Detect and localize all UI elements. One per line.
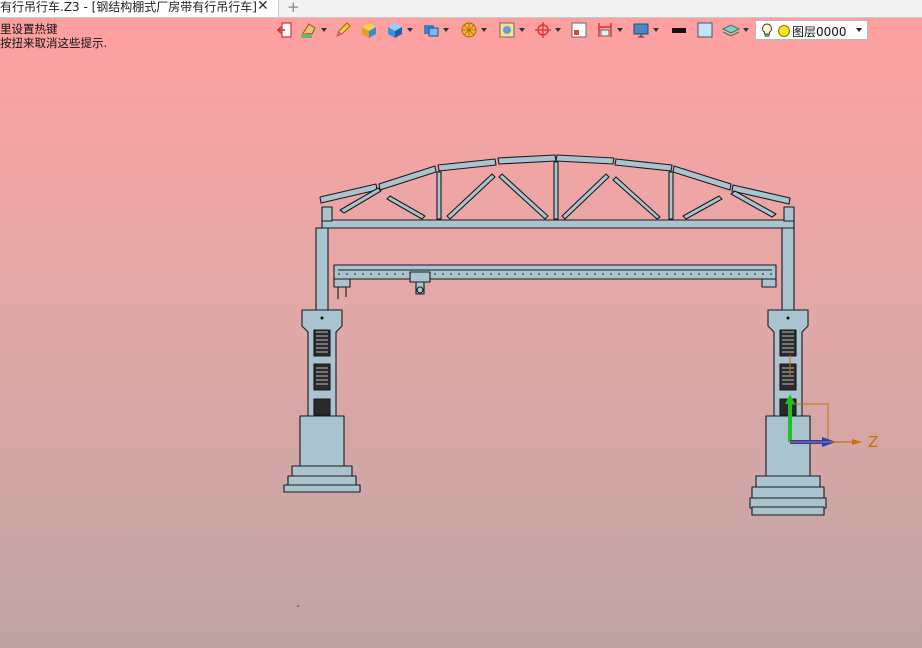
- steel-frame-model[interactable]: [0, 0, 922, 648]
- z-axis-label: Z: [868, 433, 879, 451]
